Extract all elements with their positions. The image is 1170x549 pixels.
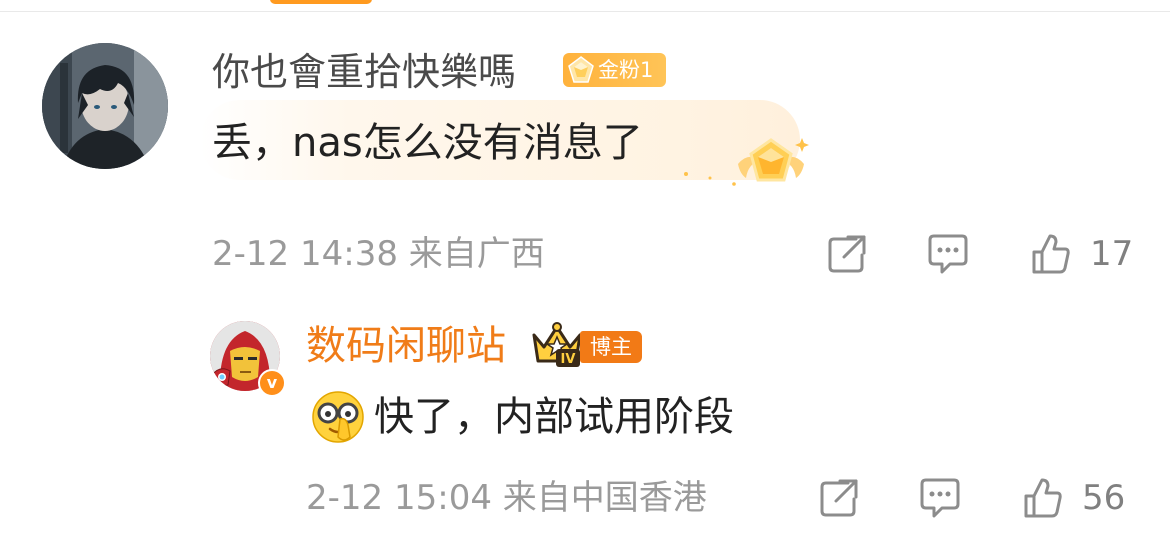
- thumbs-up-icon: [1024, 478, 1062, 518]
- nerd-face-emoji: [312, 391, 364, 443]
- comment-bubble-icon: [928, 234, 968, 274]
- share-button[interactable]: [826, 230, 868, 278]
- crown-level-icon: IV: [532, 322, 582, 367]
- reply-username[interactable]: 数码闲聊站: [306, 322, 506, 370]
- gold-gem-wings-icon: [684, 138, 809, 186]
- share-icon: [828, 235, 866, 273]
- reply-location: 来自中国香港: [502, 478, 707, 518]
- like-count: 17: [1090, 234, 1134, 274]
- commenter-avatar[interactable]: [42, 43, 168, 169]
- gold-gem-icon: [568, 56, 594, 83]
- thumbs-up-icon: [1032, 234, 1070, 274]
- reply-meta: 2-12 15:04 来自中国香港: [306, 477, 707, 519]
- comment-meta: 2-12 14:38 来自广西: [212, 233, 545, 275]
- like-button[interactable]: 17: [1030, 230, 1133, 278]
- comment-button[interactable]: [926, 230, 970, 278]
- comment-text: 丢，nas怎么没有消息了: [212, 120, 643, 166]
- crown-level-text: IV: [561, 352, 576, 367]
- fan-level-badge[interactable]: 金粉1: [563, 53, 666, 87]
- commenter-username[interactable]: 你也會重拾快樂嗎: [212, 48, 516, 96]
- comment-time: 2-12 14:38: [212, 234, 398, 274]
- comment-location: 来自广西: [408, 234, 545, 274]
- reply-share-button[interactable]: [818, 474, 860, 522]
- active-tab-indicator: [270, 0, 372, 4]
- fan-badge-label: 金粉1: [598, 58, 654, 82]
- share-icon: [820, 479, 858, 517]
- reply-comment-button[interactable]: [918, 474, 962, 522]
- top-divider: [0, 11, 1170, 12]
- owner-badge: 博主: [580, 331, 642, 363]
- reply-time: 2-12 15:04: [306, 478, 492, 518]
- reply-like-button[interactable]: 56: [1022, 474, 1125, 522]
- reply-text: 快了，内部试用阶段: [374, 394, 734, 440]
- comment-bubble-icon: [920, 478, 960, 518]
- verified-badge-icon: v: [258, 369, 286, 397]
- reply-like-count: 56: [1082, 478, 1126, 518]
